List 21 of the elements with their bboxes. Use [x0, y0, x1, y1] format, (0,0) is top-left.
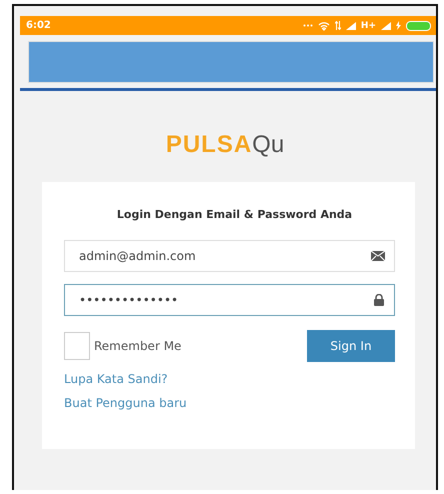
data-arrows-icon	[334, 21, 341, 30]
text-link[interactable]: Buat Pengguna baru	[64, 396, 187, 410]
status-time: 6:02	[26, 20, 51, 31]
lock-icon	[373, 294, 385, 306]
text-link[interactable]: Lupa Kata Sandi?	[64, 372, 168, 386]
logo-text: PULSA	[166, 131, 252, 159]
sign-in-button[interactable]: Sign In	[307, 330, 395, 362]
wifi-icon	[318, 20, 330, 30]
login-heading: Login Dengan Email & Password Anda	[116, 208, 354, 221]
more-icon	[302, 24, 313, 27]
battery-icon	[406, 20, 432, 30]
password-field[interactable]: ••••••••••••••	[64, 284, 395, 316]
charging-icon	[396, 21, 401, 30]
network-type: H+	[360, 20, 376, 30]
signal-icon	[346, 22, 356, 30]
envelope-icon	[371, 251, 385, 261]
remember-checkbox[interactable]	[64, 332, 90, 360]
logo-suffix: Qu	[252, 131, 284, 159]
signal-icon	[381, 22, 391, 30]
email-field[interactable]: admin@admin.com	[64, 240, 395, 272]
remember-label: Remember Me	[94, 339, 182, 353]
